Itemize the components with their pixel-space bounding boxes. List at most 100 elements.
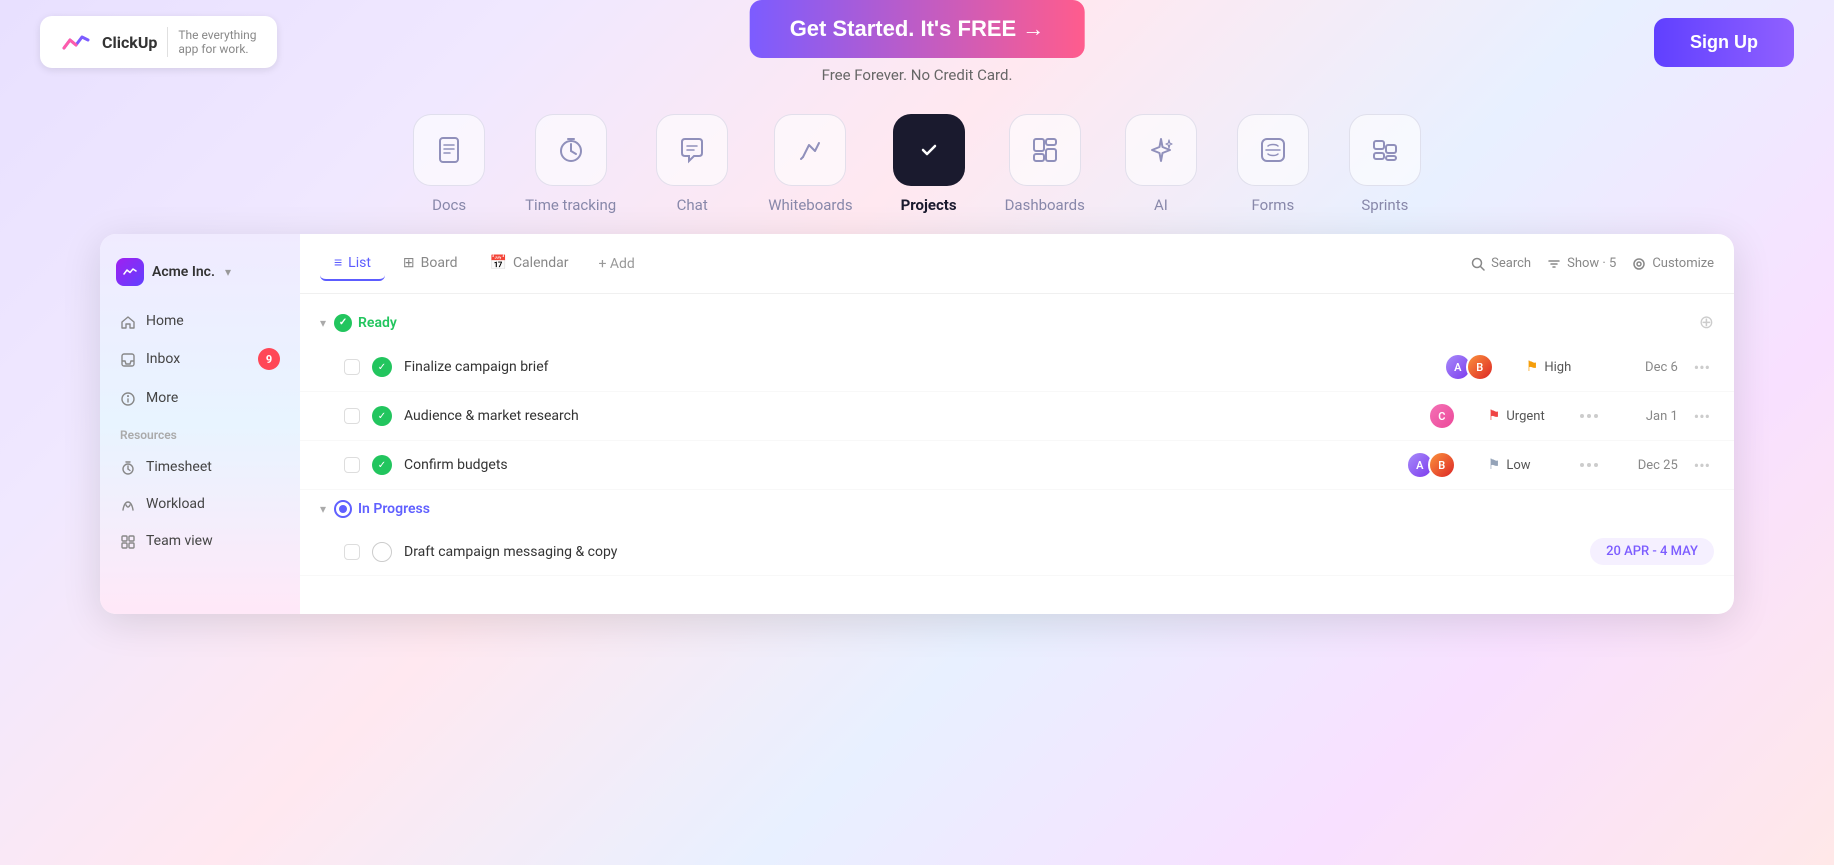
add-view-button[interactable]: + Add [586,248,646,280]
more-svg [120,391,136,407]
task-status-done-icon: ✓ [372,455,392,475]
calendar-tab-icon: 📅 [490,255,507,271]
priority-dots [1580,463,1598,467]
workspace-logo-icon [122,264,138,280]
projects-icon-wrap [893,114,965,186]
task-menu-icon[interactable]: ••• [1690,358,1714,377]
inbox-svg [120,352,136,368]
inbox-badge: 9 [258,348,280,370]
in-progress-label: In Progress [358,501,430,517]
dot [1594,463,1598,467]
priority-text: High [1544,360,1571,375]
dot [1594,414,1598,418]
sidebar-item-workload[interactable]: Workload [108,485,292,522]
flag-icon: ⚑ [1488,457,1501,473]
home-label: Home [146,313,184,329]
get-started-button[interactable]: Get Started. It's FREE → [750,0,1085,58]
time-tracking-icon [556,135,586,165]
team-view-svg [120,534,136,550]
tab-board-label: Board [421,255,458,271]
priority-dots [1580,414,1598,418]
avatar: B [1428,451,1456,479]
chat-icon [677,135,707,165]
main-content: ≡ List ⊞ Board 📅 Calendar + Add [300,234,1734,614]
more-label: More [146,390,178,406]
search-action[interactable]: Search [1471,256,1531,271]
progress-dot-inner [339,505,347,513]
logo-name: ClickUp [102,33,157,52]
time-tracking-label: Time tracking [525,196,616,214]
projects-label: Projects [901,196,957,214]
ready-add-button[interactable]: ⊕ [1699,312,1714,333]
tab-calendar-label: Calendar [513,255,569,271]
feature-docs[interactable]: Docs [413,114,485,214]
task-menu-icon[interactable]: ••• [1690,407,1714,426]
dashboards-icon [1030,135,1060,165]
task-menu-icon[interactable]: ••• [1690,456,1714,475]
task-name: Finalize campaign brief [404,359,1432,375]
signup-button[interactable]: Sign Up [1654,18,1794,67]
feature-dashboards[interactable]: Dashboards [1005,114,1085,214]
sidebar: Acme Inc. ▾ Home Inbox [100,234,300,614]
feature-time-tracking[interactable]: Time tracking [525,114,616,214]
feature-sprints[interactable]: Sprints [1349,114,1421,214]
workload-icon [120,494,136,513]
priority-flag: ⚑ High [1526,359,1606,375]
tab-board[interactable]: ⊞ Board [389,247,472,281]
show-label: Show · 5 [1567,256,1616,271]
task-checkbox[interactable] [344,457,360,473]
ready-status-badge: ✓ Ready [334,314,397,332]
tab-list[interactable]: ≡ List [320,246,385,281]
progress-status-badge: In Progress [334,500,430,518]
sidebar-item-inbox[interactable]: Inbox 9 [108,339,292,379]
toolbar-right: Search Show · 5 Customize [1471,256,1714,271]
progress-status-dot [334,500,352,518]
task-row[interactable]: Draft campaign messaging & copy 20 APR -… [300,528,1734,576]
task-row[interactable]: ✓ Audience & market research C ⚑ Urgent … [300,392,1734,441]
view-tabs: ≡ List ⊞ Board 📅 Calendar + Add [320,246,647,281]
tab-calendar[interactable]: 📅 Calendar [476,247,583,281]
feature-forms[interactable]: Forms [1237,114,1309,214]
dot [1587,414,1591,418]
task-row[interactable]: ✓ Finalize campaign brief A B ⚑ High Dec… [300,343,1734,392]
task-avatars: C [1428,402,1456,430]
docs-label: Docs [432,196,466,214]
workspace-icon [116,258,144,286]
sidebar-item-home[interactable]: Home [108,302,292,339]
avatar: B [1466,353,1494,381]
feature-projects[interactable]: Projects [893,114,965,214]
task-checkbox[interactable] [344,408,360,424]
clickup-logo-icon [60,26,92,58]
dashboards-label: Dashboards [1005,196,1085,214]
chat-label: Chat [677,196,708,214]
chat-icon-wrap [656,114,728,186]
show-action[interactable]: Show · 5 [1547,256,1616,271]
list-tab-icon: ≡ [334,254,342,271]
customize-action[interactable]: Customize [1632,256,1714,271]
inbox-label: Inbox [146,351,180,367]
logo-container[interactable]: ClickUp The everything app for work. [40,16,277,68]
cta-center: Get Started. It's FREE → Free Forever. N… [750,0,1085,84]
task-row[interactable]: ✓ Confirm budgets A B ⚑ Low Dec 25 ••• [300,441,1734,490]
sidebar-item-more[interactable]: More [108,379,292,416]
team-view-label: Team view [146,533,213,549]
sidebar-nav: Home Inbox 9 [100,302,300,416]
priority-flag: ⚑ Urgent [1488,408,1568,424]
dot [1580,463,1584,467]
customize-icon [1632,257,1646,271]
feature-whiteboards[interactable]: Whiteboards [768,114,852,214]
feature-ai[interactable]: AI [1125,114,1197,214]
progress-chevron-icon: ▾ [320,502,326,516]
top-banner: ClickUp The everything app for work. Get… [0,0,1834,84]
inbox-icon [120,350,136,369]
sidebar-item-team-view[interactable]: Team view [108,522,292,559]
section-ready-header[interactable]: ▾ ✓ Ready ⊕ [300,302,1734,343]
workload-svg [120,497,136,513]
task-checkbox[interactable] [344,544,360,560]
task-checkbox[interactable] [344,359,360,375]
workspace-header[interactable]: Acme Inc. ▾ [100,250,300,302]
ai-icon [1146,135,1176,165]
feature-chat[interactable]: Chat [656,114,728,214]
section-progress-header[interactable]: ▾ In Progress [300,490,1734,528]
sidebar-item-timesheet[interactable]: Timesheet [108,448,292,485]
